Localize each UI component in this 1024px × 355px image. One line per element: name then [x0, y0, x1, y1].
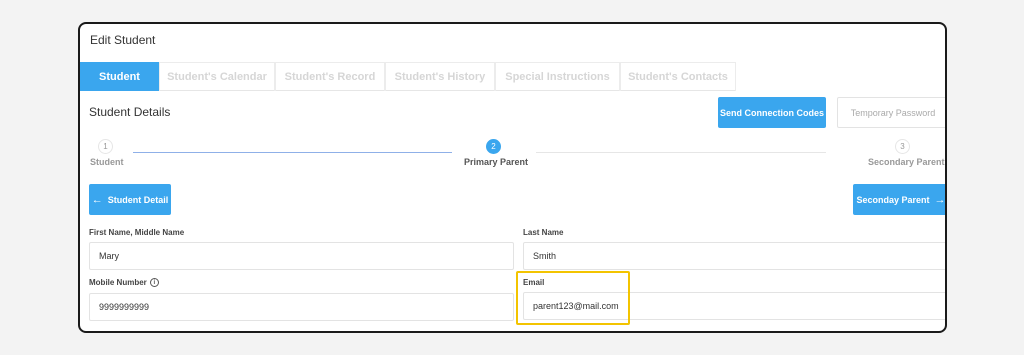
next-button-label: Seconday Parent: [856, 194, 930, 205]
prev-button-label: Student Detail: [107, 194, 169, 205]
arrow-right-icon: →: [934, 193, 946, 206]
tab-student-details[interactable]: Student Details: [80, 62, 159, 112]
mobile-number-input[interactable]: 9999999999: [89, 293, 514, 321]
first-name-input[interactable]: Mary: [89, 242, 514, 270]
step-1-label: Student: [90, 157, 124, 167]
info-circle-icon: i: [149, 278, 159, 287]
tab-special-instructions[interactable]: Special Instructions: [495, 62, 620, 91]
edit-student-window: Edit Student Student Details Student's C…: [78, 22, 947, 333]
step-1-circle[interactable]: 1: [98, 139, 113, 154]
stepper-line-pending: [536, 152, 826, 153]
tab-students-history[interactable]: Student's History: [385, 62, 495, 91]
next-secondary-parent-button[interactable]: Seconday Parent →: [853, 184, 946, 215]
tab-students-contacts[interactable]: Student's Contacts: [620, 62, 736, 91]
mobile-label-text: Mobile Number: [89, 278, 147, 287]
tab-students-record[interactable]: Student's Record: [275, 62, 385, 91]
step-2-circle[interactable]: 2: [486, 139, 501, 154]
prev-student-detail-button[interactable]: ← Student Detail: [89, 184, 171, 215]
first-name-label: First Name, Middle Name: [89, 228, 185, 237]
send-connection-codes-button[interactable]: Send Connection Codes: [718, 97, 826, 128]
window-title: Edit Student: [90, 33, 156, 47]
arrow-left-icon: ←: [91, 193, 103, 206]
last-name-input[interactable]: Smith: [523, 242, 945, 270]
step-3-circle[interactable]: 3: [895, 139, 910, 154]
temporary-password-button[interactable]: Temporary Password: [837, 97, 945, 128]
tab-students-calendar[interactable]: Student's Calendar: [159, 62, 275, 91]
section-title: Student Details: [89, 105, 171, 119]
step-2-label: Primary Parent: [464, 157, 529, 167]
mobile-number-label: Mobile Number i: [89, 278, 159, 287]
email-highlight-box: [516, 271, 630, 325]
last-name-label: Last Name: [523, 228, 564, 237]
stepper-line-completed: [133, 152, 452, 153]
tab-bar: Student Details Student's Calendar Stude…: [80, 62, 736, 112]
step-3-label: Secondary Parent: [868, 157, 945, 167]
